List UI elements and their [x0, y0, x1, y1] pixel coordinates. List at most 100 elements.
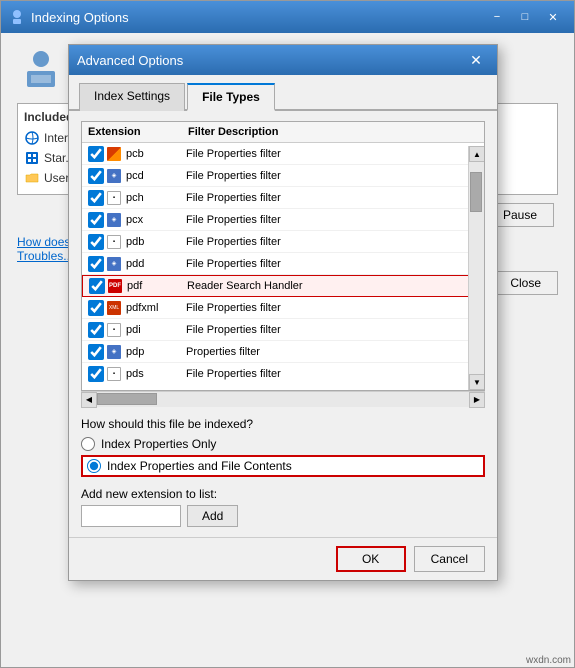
table-row: ▪ pdiFile Properties filter [82, 319, 484, 341]
add-ext-row: Add [81, 505, 485, 527]
h-scroll-track[interactable] [97, 392, 469, 407]
ext-name: pdb [126, 236, 186, 248]
filter-desc: File Properties filter [186, 170, 478, 182]
table-row: ◈ pcdFile Properties filter [82, 165, 484, 187]
watermark: wxdn.com [526, 655, 571, 666]
h-scroll-right-btn[interactable]: ▶ [469, 392, 485, 408]
ext-name: pcx [126, 214, 186, 226]
table-rows: pcbFile Properties filter◈pcdFile Proper… [82, 143, 484, 383]
filter-desc: Properties filter [186, 346, 478, 358]
ext-name: pdfxml [126, 302, 186, 314]
table-row: ◈ pdpProperties filter [82, 341, 484, 363]
advanced-options-dialog: Advanced Options ✕ Index Settings File T… [68, 44, 498, 581]
row-checkbox[interactable] [88, 322, 104, 338]
file-type-icon: ◈ [106, 256, 122, 272]
table-row: ▪ pdsFile Properties filter [82, 363, 484, 383]
ext-name: pdp [126, 346, 186, 358]
h-scrollbar: ◀ ▶ [81, 391, 485, 407]
dialog-body: Extension Filter Description pcbFile Pro… [69, 111, 497, 537]
radio-properties-only: Index Properties Only [81, 437, 485, 451]
filter-desc: File Properties filter [186, 368, 478, 380]
cancel-btn[interactable]: Cancel [414, 546, 485, 572]
filter-desc: File Properties filter [186, 324, 478, 336]
adv-titlebar: Advanced Options ✕ [69, 45, 497, 75]
scroll-thumb[interactable] [470, 172, 482, 212]
filter-desc: File Properties filter [186, 258, 478, 270]
radio-properties-contents: Index Properties and File Contents [81, 455, 485, 477]
h-scroll-thumb[interactable] [97, 393, 157, 405]
row-checkbox[interactable] [88, 190, 104, 206]
row-checkbox[interactable] [88, 212, 104, 228]
add-ext-input[interactable] [81, 505, 181, 527]
ext-name: pdd [126, 258, 186, 270]
tab-index-settings[interactable]: Index Settings [79, 83, 185, 111]
indexing-section: How should this file be indexed? Index P… [81, 417, 485, 477]
filter-desc: Reader Search Handler [187, 280, 477, 292]
bg-close-btn[interactable]: ✕ [540, 7, 566, 27]
filter-desc: File Properties filter [186, 302, 478, 314]
indexing-label: How should this file be indexed? [81, 417, 485, 431]
row-checkbox[interactable] [88, 234, 104, 250]
row-checkbox[interactable] [88, 256, 104, 272]
filter-desc: File Properties filter [186, 192, 478, 204]
computer-person-icon [17, 45, 65, 93]
file-type-icon: PDF [107, 278, 123, 294]
add-ext-label: Add new extension to list: [81, 487, 485, 501]
add-ext-btn[interactable]: Add [187, 505, 238, 527]
row-checkbox[interactable] [88, 366, 104, 382]
adv-dialog-title: Advanced Options [77, 53, 463, 68]
ok-btn[interactable]: OK [336, 546, 406, 572]
radio-properties-contents-label: Index Properties and File Contents [107, 459, 292, 473]
indexing-icon [9, 9, 25, 25]
scroll-up-btn[interactable]: ▲ [469, 146, 485, 162]
ext-name: pdi [126, 324, 186, 336]
radio-properties-only-input[interactable] [81, 437, 95, 451]
bg-titlebar: Indexing Options − □ ✕ [1, 1, 574, 33]
file-type-icon: XML [106, 300, 122, 316]
scrollbar-track: ▲ ▼ [468, 146, 484, 390]
file-types-table: Extension Filter Description pcbFile Pro… [81, 121, 485, 391]
ext-name: pch [126, 192, 186, 204]
tabs-bar: Index Settings File Types [69, 75, 497, 111]
file-type-icon: ◈ [106, 168, 122, 184]
bg-window-title: Indexing Options [31, 10, 484, 25]
row-checkbox[interactable] [88, 300, 104, 316]
radio-properties-contents-input[interactable] [87, 459, 101, 473]
file-type-icon: ▪ [106, 190, 122, 206]
row-checkbox[interactable] [88, 168, 104, 184]
filter-desc: File Properties filter [186, 148, 478, 160]
bg-minimize-btn[interactable]: − [484, 7, 510, 27]
adv-close-btn[interactable]: ✕ [463, 50, 489, 70]
internet-icon [24, 130, 40, 146]
bg-close-button[interactable]: Close [493, 271, 558, 295]
table-row: XML pdfxmlFile Properties filter [82, 297, 484, 319]
row-checkbox[interactable] [88, 146, 104, 162]
user-folder-icon [24, 170, 40, 186]
troubleshoot-link[interactable]: Troubles... [17, 249, 73, 263]
row-checkbox[interactable] [89, 278, 105, 294]
file-type-icon: ▪ [106, 366, 122, 382]
radio-properties-only-label: Index Properties Only [101, 437, 216, 451]
ext-name: pds [126, 368, 186, 380]
file-type-icon: ▪ [106, 234, 122, 250]
row-checkbox[interactable] [88, 344, 104, 360]
table-row: ▪ pchFile Properties filter [82, 187, 484, 209]
file-type-icon: ◈ [106, 212, 122, 228]
tab-file-types[interactable]: File Types [187, 83, 275, 111]
file-type-icon: ◈ [106, 344, 122, 360]
bg-window-controls: − □ ✕ [484, 7, 566, 27]
scroll-down-btn[interactable]: ▼ [469, 374, 485, 390]
bg-maximize-btn[interactable]: □ [512, 7, 538, 27]
filter-desc: File Properties filter [186, 236, 478, 248]
ext-name: pcd [126, 170, 186, 182]
scroll-track[interactable] [469, 162, 484, 374]
ext-name: pcb [126, 148, 186, 160]
ext-name: pdf [127, 280, 187, 292]
file-type-icon: ▪ [106, 322, 122, 338]
table-row: ◈ pddFile Properties filter [82, 253, 484, 275]
dialog-footer: OK Cancel [69, 537, 497, 580]
table-row: ▪ pdbFile Properties filter [82, 231, 484, 253]
h-scroll-left-btn[interactable]: ◀ [81, 392, 97, 408]
col-filter-desc: Filter Description [188, 126, 478, 138]
table-row: pcbFile Properties filter [82, 143, 484, 165]
